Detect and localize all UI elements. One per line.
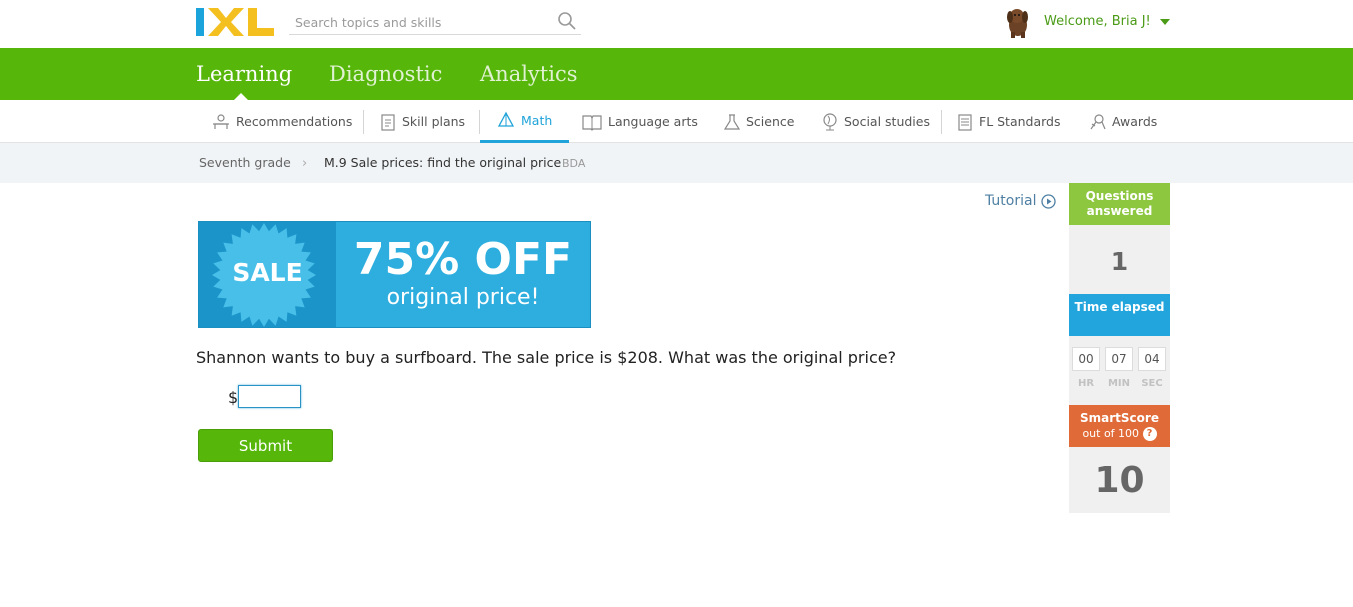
sale-banner: SALE 75% OFF original price!	[198, 221, 591, 328]
main-nav: Learning Diagnostic Analytics	[0, 48, 1353, 100]
time-seconds-label: SEC	[1141, 378, 1163, 389]
math-icon	[497, 111, 515, 127]
smartscore-label: SmartScore	[1080, 411, 1159, 425]
standards-icon	[958, 113, 972, 131]
time-hours: 00	[1072, 347, 1100, 371]
subnav-social-studies[interactable]: Social studies	[822, 100, 930, 143]
smartscore-header[interactable]: SmartScore out of 100 ?	[1069, 405, 1170, 447]
smartscore-sub-label: out of 100	[1082, 427, 1140, 440]
subnav-label: Language arts	[608, 114, 698, 129]
flask-icon	[724, 113, 740, 130]
skill-plans-icon	[381, 113, 395, 131]
currency-symbol: $	[228, 388, 239, 407]
subnav-label: Science	[746, 114, 795, 129]
submit-button[interactable]: Submit	[198, 429, 333, 462]
subnav-label: Skill plans	[402, 114, 466, 129]
help-icon[interactable]: ?	[1142, 427, 1157, 441]
subnav-label: Social studies	[844, 114, 930, 129]
subnav-awards[interactable]: Awards	[1088, 100, 1157, 143]
ixl-logo[interactable]	[196, 8, 274, 36]
top-bar: Welcome, Bria J!	[0, 0, 1353, 48]
answer-input[interactable]	[238, 385, 301, 408]
time-minutes-label: MIN	[1107, 378, 1131, 389]
sale-label: SALE	[232, 258, 303, 287]
search-icon[interactable]	[557, 11, 577, 31]
subnav-fl-standards[interactable]: FL Standards	[957, 100, 1061, 143]
subnav-label: Recommendations	[236, 114, 353, 129]
smartscore-sub: out of 100 ?	[1069, 426, 1170, 441]
tutorial-link[interactable]: Tutorial	[985, 193, 1057, 209]
discount-text: 75% OFF	[353, 234, 573, 285]
chevron-right-icon: ›	[302, 156, 308, 171]
search-box	[289, 8, 581, 35]
breadcrumb: Seventh grade › M.9 Sale prices: find th…	[0, 143, 1353, 183]
chevron-down-icon[interactable]	[1160, 19, 1170, 25]
subnav-label: Awards	[1112, 114, 1158, 129]
tutorial-label: Tutorial	[985, 193, 1037, 209]
subnav-language-arts[interactable]: Language arts	[582, 100, 698, 143]
book-icon	[582, 114, 602, 131]
avatar[interactable]	[1003, 6, 1033, 38]
time-elapsed-header: Time elapsed	[1069, 294, 1170, 336]
discount-subtitle: original price!	[386, 285, 540, 310]
smartscore-value: 10	[1069, 447, 1170, 513]
time-seconds: 04	[1138, 347, 1166, 371]
breadcrumb-grade[interactable]: Seventh grade	[199, 155, 291, 170]
tab-learning[interactable]: Learning	[196, 62, 292, 86]
subnav-science[interactable]: Science	[724, 100, 794, 143]
recommendations-icon	[213, 113, 229, 129]
subject-nav: Recommendations Skill plans Math Languag…	[0, 100, 1353, 143]
time-elapsed-display: 00 07 04 HR MIN SEC	[1069, 336, 1170, 405]
stats-panel: Questions answered 1 Time elapsed 00 07 …	[1069, 183, 1170, 513]
globe-icon	[823, 112, 837, 130]
time-hours-label: HR	[1077, 378, 1095, 389]
search-input[interactable]	[295, 12, 545, 32]
welcome-message[interactable]: Welcome, Bria J!	[1044, 14, 1151, 29]
subnav-recommendations[interactable]: Recommendations	[212, 100, 352, 143]
subnav-label: Math	[521, 112, 553, 128]
breadcrumb-skill: M.9 Sale prices: find the original price	[324, 155, 562, 170]
tab-diagnostic[interactable]: Diagnostic	[329, 62, 442, 86]
skill-code: BDA	[562, 157, 586, 170]
questions-answered-count: 1	[1069, 225, 1170, 294]
active-tab-pointer	[234, 93, 248, 100]
subnav-skill-plans[interactable]: Skill plans	[380, 100, 465, 143]
tab-analytics[interactable]: Analytics	[480, 62, 577, 86]
question-text: Shannon wants to buy a surfboard. The sa…	[196, 348, 897, 367]
subnav-math[interactable]: Math	[480, 100, 570, 143]
time-minutes: 07	[1105, 347, 1133, 371]
play-icon	[1041, 193, 1057, 209]
subnav-label: FL Standards	[979, 114, 1061, 129]
awards-icon	[1090, 113, 1106, 129]
questions-answered-header: Questions answered	[1069, 183, 1170, 225]
divider	[941, 110, 942, 134]
divider	[363, 110, 364, 134]
